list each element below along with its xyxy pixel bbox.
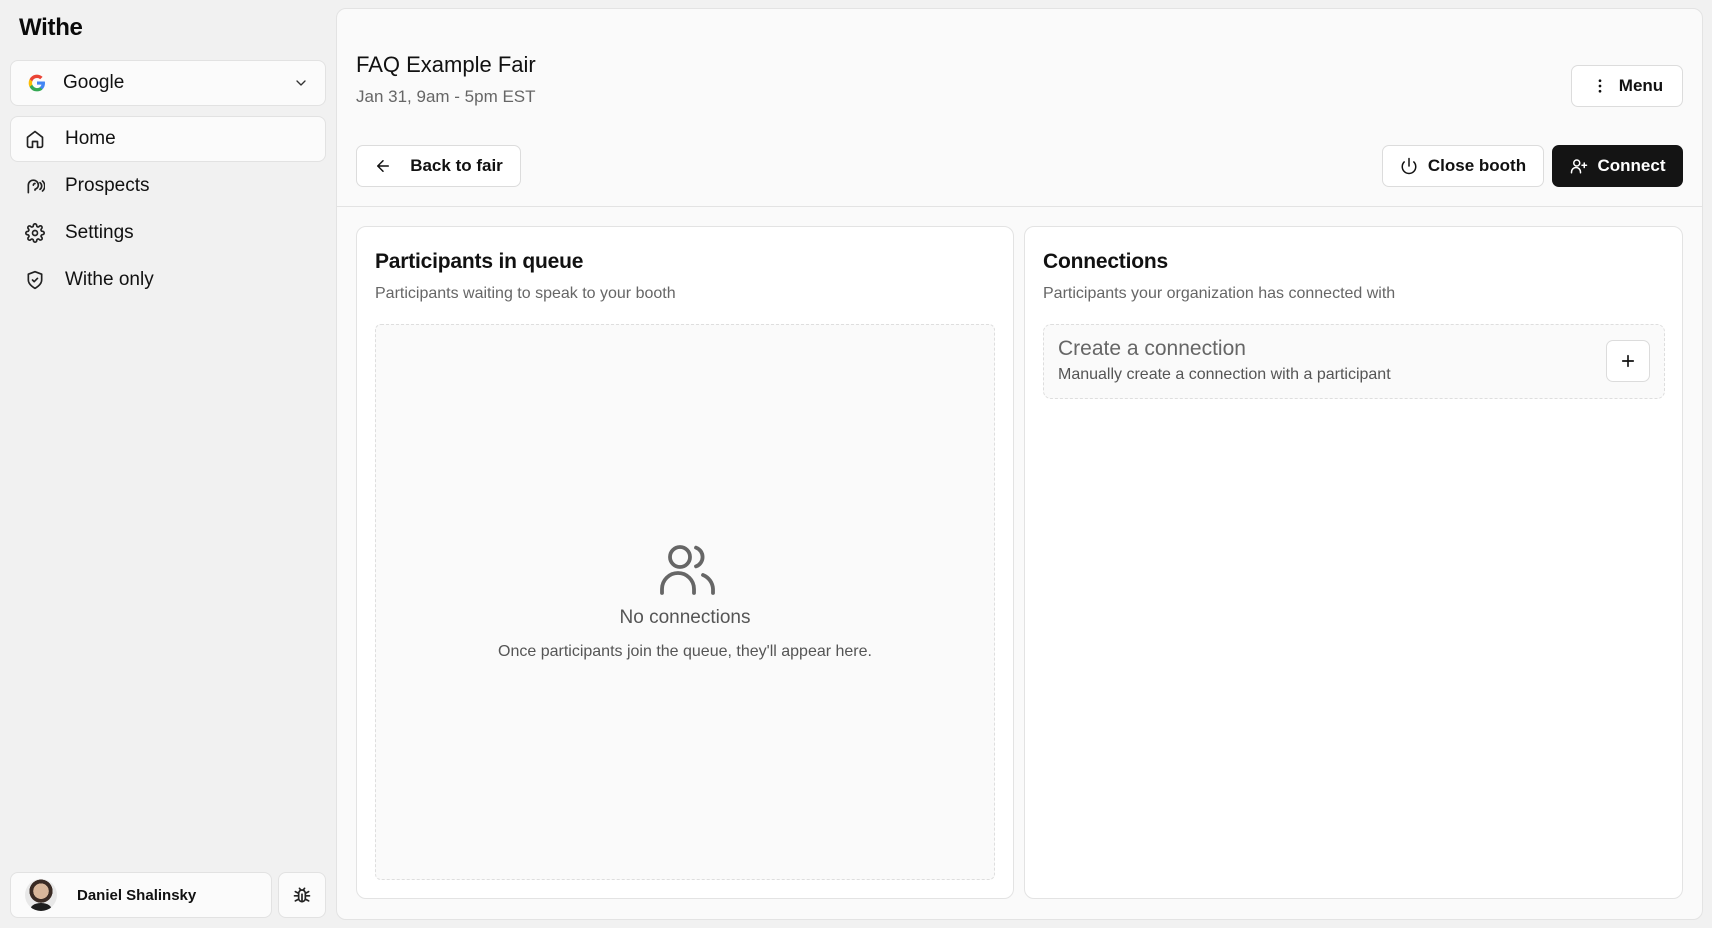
connections-subtitle: Participants your organization has conne… [1043,285,1396,302]
connect-button-label: Connect [1597,156,1666,175]
page-header: FAQ Example Fair Jan 31, 9am - 5pm EST M… [337,9,1702,207]
user-profile-button[interactable]: Daniel Shalinsky [10,872,272,918]
connections-card: Connections Participants your organizati… [1024,226,1683,899]
page-title: FAQ Example Fair [356,52,536,77]
shield-icon [25,270,45,290]
page-subtitle: Jan 31, 9am - 5pm EST [356,87,536,106]
brand-logo-text: Withe [19,14,83,41]
chevron-down-icon [293,75,309,91]
connections-title: Connections [1043,250,1168,273]
empty-state-text: Once participants join the queue, they'l… [498,643,872,660]
org-name: Google [63,72,125,93]
back-to-fair-button[interactable]: Back to fair [356,145,521,187]
power-icon [1400,157,1418,175]
queue-card: Participants in queue Participants waiti… [356,226,1014,899]
queue-title: Participants in queue [375,250,584,273]
home-icon [25,129,45,149]
sidebar-item-label: Withe only [65,269,154,290]
back-button-label: Back to fair [410,156,503,175]
connect-button[interactable]: Connect [1552,145,1683,187]
menu-button[interactable]: Menu [1571,65,1683,107]
google-logo-icon [27,73,47,93]
sidebar-nav: Home Prospects Settings Withe only [10,116,326,304]
close-booth-label: Close booth [1427,156,1527,175]
sidebar-item-label: Settings [65,222,134,243]
sidebar-item-prospects[interactable]: Prospects [10,163,326,209]
create-connection-title: Create a connection [1058,337,1246,360]
avatar [25,879,57,911]
close-booth-button[interactable]: Close booth [1382,145,1544,187]
sidebar-item-label: Home [65,128,116,149]
org-selector[interactable]: Google [10,60,326,106]
prospects-icon [25,176,45,196]
sidebar-item-withe-only[interactable]: Withe only [10,257,326,303]
empty-state-title: No connections [619,607,751,628]
create-connection-subtitle: Manually create a connection with a part… [1058,366,1391,383]
bug-icon [292,885,312,905]
sidebar-item-label: Prospects [65,175,150,196]
queue-empty-state: No connections Once participants join th… [375,324,995,880]
menu-button-label: Menu [1618,76,1664,95]
create-connection-card[interactable]: Create a connection Manually create a co… [1043,324,1665,399]
plus-icon [1619,352,1637,370]
report-bug-button[interactable] [278,872,326,918]
add-connection-button[interactable] [1606,340,1650,382]
sidebar: Withe Google Home Prospects Settings Wit… [0,0,336,928]
user-plus-icon [1570,157,1588,175]
arrow-left-icon [374,157,392,175]
more-vertical-icon [1591,77,1609,95]
users-icon [660,543,716,595]
sidebar-item-home[interactable]: Home [10,116,326,162]
user-name: Daniel Shalinsky [77,886,197,904]
sidebar-item-settings[interactable]: Settings [10,210,326,256]
gear-icon [25,223,45,243]
queue-subtitle: Participants waiting to speak to your bo… [375,285,676,302]
main-panel: FAQ Example Fair Jan 31, 9am - 5pm EST M… [336,8,1703,920]
